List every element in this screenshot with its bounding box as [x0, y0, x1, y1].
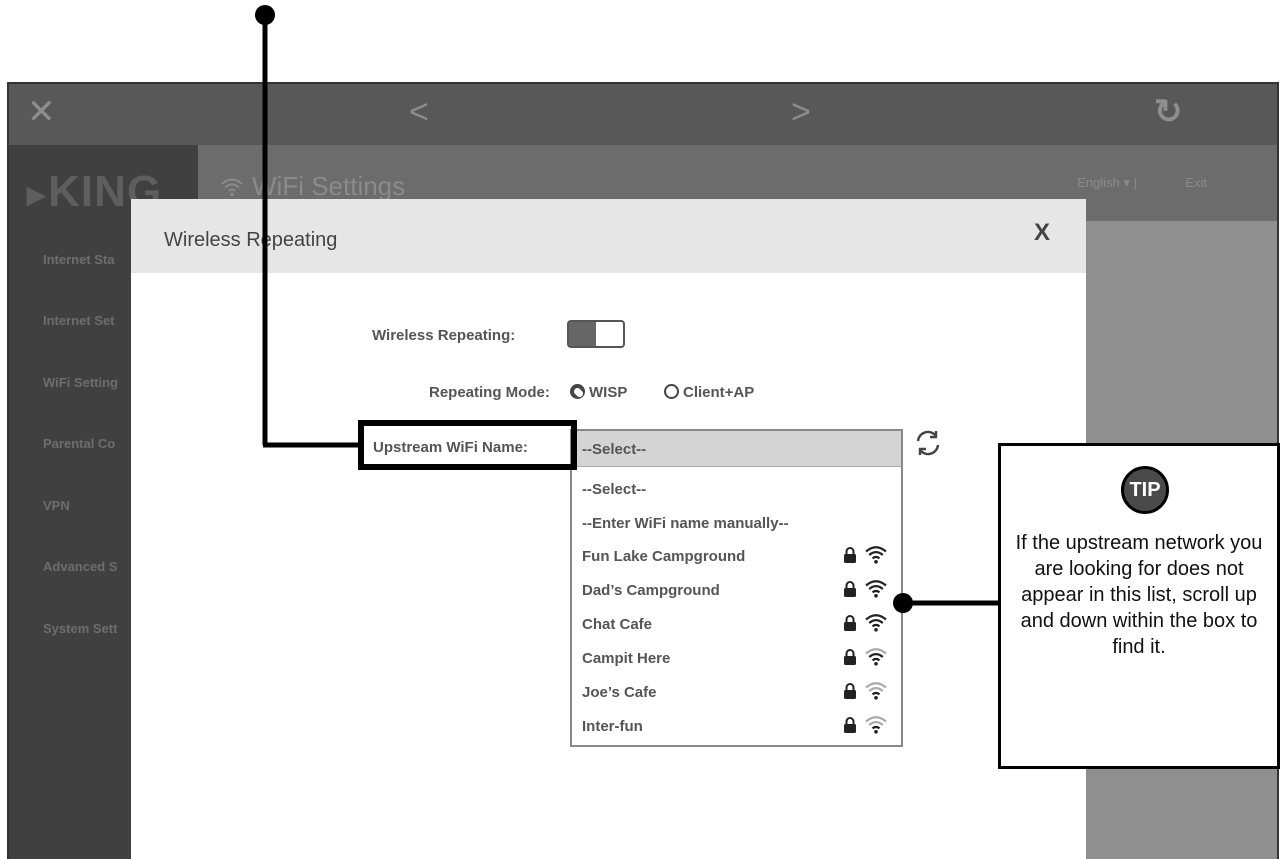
upstream-label-highlight — [358, 420, 577, 470]
tip-badge: TIP — [1121, 466, 1169, 514]
tip-callout: TIP If the upstream network you are look… — [998, 443, 1280, 769]
tip-text: If the upstream network you are looking … — [1015, 532, 1263, 658]
